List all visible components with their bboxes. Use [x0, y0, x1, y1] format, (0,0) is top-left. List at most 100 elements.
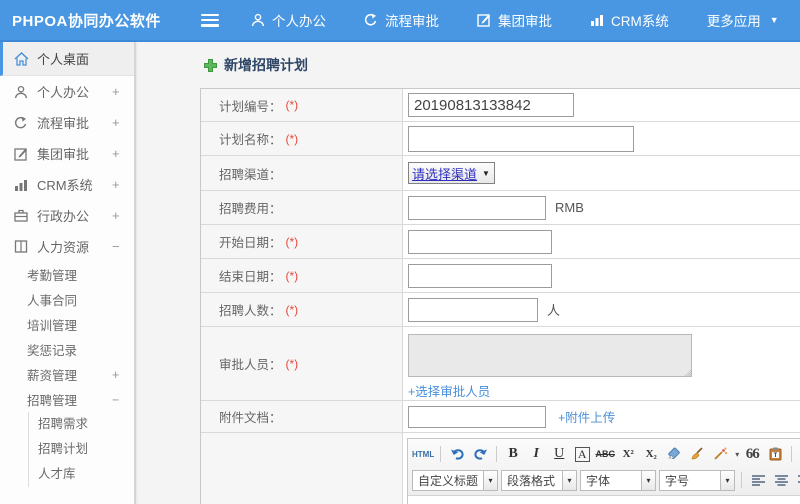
app-window: PHPOA协同办公软件 个人办公 流程审批 集团审批 CRM系统 更多应用 ▼ …	[0, 0, 800, 504]
user-icon	[251, 13, 265, 27]
headcount-input[interactable]	[408, 297, 538, 322]
sidebar-item-personal-office[interactable]: 个人办公 +	[0, 76, 134, 107]
caret-down-icon: ▼	[482, 168, 490, 178]
form-row-plan-number: 计划编号： (*)	[201, 89, 800, 122]
align-center-icon[interactable]	[771, 470, 791, 490]
expand-icon[interactable]: +	[112, 208, 134, 223]
attachment-upload-link[interactable]: +附件上传	[558, 407, 615, 426]
edit-icon	[477, 13, 491, 27]
superscript-button[interactable]: X²	[618, 444, 638, 464]
border-text-button[interactable]: A	[574, 446, 590, 462]
expand-icon[interactable]: +	[112, 368, 134, 382]
app-logo: PHPOA协同办公软件	[12, 12, 161, 30]
caret-down-icon: ▾	[484, 469, 499, 491]
redo-icon[interactable]	[470, 444, 490, 464]
form-row-recruit-channel: 招聘渠道： 请选择渠道 ▼	[201, 156, 800, 191]
plan-number-input[interactable]	[408, 93, 574, 117]
end-date-input[interactable]	[408, 263, 552, 288]
user-icon	[13, 85, 29, 99]
form-row-editor: HTML B I U A ABC X² X₂ ▾ 66 T 自定义标题 ▾ 段落…	[201, 433, 800, 504]
sidebar-item-rewards[interactable]: 奖惩记录	[0, 337, 134, 362]
nav-workflow-approval[interactable]: 流程审批	[364, 10, 439, 30]
form-row-end-date: 结束日期： (*)	[201, 259, 800, 293]
nav-group-approval[interactable]: 集团审批	[477, 10, 552, 30]
expand-icon[interactable]: +	[112, 84, 134, 99]
sidebar-item-attendance[interactable]: 考勤管理	[0, 262, 134, 287]
sidebar-item-admin-office[interactable]: 行政办公 +	[0, 200, 134, 231]
top-bar: PHPOA协同办公软件 个人办公 流程审批 集团审批 CRM系统 更多应用 ▼	[0, 0, 800, 42]
paste-text-icon[interactable]: T	[765, 444, 785, 464]
home-icon	[13, 51, 29, 66]
sidebar-item-hr[interactable]: 人力资源 −	[0, 231, 134, 262]
sidebar: 个人桌面 个人办公 + 流程审批 + 集团审批 + CRM系统 + 行政办公 +…	[0, 42, 136, 504]
sidebar-item-crm[interactable]: CRM系统 +	[0, 169, 134, 200]
format-brush-icon[interactable]	[687, 444, 707, 464]
sidebar-item-workflow-approval[interactable]: 流程审批 +	[0, 107, 134, 138]
page-title: 新增招聘计划	[138, 42, 800, 75]
unit-suffix: 人	[547, 303, 561, 318]
recruit-plan-form: 计划编号：(*) 计划名称：(*) 招聘渠道： 请选择渠道 ▼	[200, 88, 800, 504]
sidebar-item-salary[interactable]: 薪资管理 +	[0, 362, 134, 387]
hamburger-menu-icon[interactable]	[201, 13, 219, 27]
currency-suffix: RMB	[555, 200, 584, 215]
select-approver-link[interactable]: +选择审批人员	[408, 381, 490, 400]
caret-down-icon: ▼	[769, 15, 779, 25]
form-row-attachment: 附件文档： +附件上传	[201, 401, 800, 433]
sidebar-item-recruit-mgmt[interactable]: 招聘管理 −	[0, 387, 134, 412]
font-size-select[interactable]: 字号 ▾	[659, 469, 736, 491]
sidebar-item-hr-contract[interactable]: 人事合同	[0, 287, 134, 312]
top-navigation: 个人办公 流程审批 集团审批 CRM系统 更多应用 ▼	[251, 10, 779, 30]
main-content: 新增招聘计划 计划编号：(*) 计划名称：(*) 招聘渠道： 请选择渠道	[138, 42, 800, 504]
nav-crm-system[interactable]: CRM系统	[590, 10, 669, 30]
editor-toolbar: HTML B I U A ABC X² X₂ ▾ 66 T 自定义标题 ▾ 段落…	[408, 439, 800, 496]
sidebar-item-talent-pool[interactable]: 人才库	[29, 462, 134, 487]
svg-text:T: T	[773, 453, 777, 459]
paragraph-format-select[interactable]: 段落格式 ▾	[501, 469, 578, 491]
subscript-button[interactable]: X₂	[641, 444, 661, 464]
channel-select[interactable]: 请选择渠道 ▼	[408, 162, 495, 184]
approver-textarea[interactable]	[408, 334, 692, 377]
caret-down-icon[interactable]: ▾	[735, 450, 739, 459]
form-row-start-date: 开始日期： (*)	[201, 225, 800, 259]
auto-format-icon[interactable]	[710, 444, 730, 464]
chart-icon	[590, 13, 604, 27]
align-right-icon[interactable]	[794, 470, 800, 490]
font-family-select[interactable]: 字体 ▾	[580, 469, 657, 491]
italic-button[interactable]: I	[526, 444, 546, 464]
expand-icon[interactable]: +	[112, 115, 134, 130]
bold-button[interactable]: B	[503, 444, 523, 464]
sidebar-item-recruit-plan[interactable]: 招聘计划	[29, 437, 134, 462]
sidebar-item-recruit-demand[interactable]: 招聘需求	[29, 412, 134, 437]
add-plus-icon	[204, 58, 217, 72]
sidebar-item-training[interactable]: 培训管理	[0, 312, 134, 337]
recruit-cost-input[interactable]	[408, 195, 546, 220]
caret-down-icon: ▾	[721, 469, 736, 491]
eraser-icon[interactable]	[664, 444, 684, 464]
editor-content-area[interactable]	[408, 496, 800, 504]
html-source-button[interactable]: HTML	[412, 444, 434, 464]
attachment-input[interactable]	[408, 405, 546, 428]
workflow-icon	[364, 13, 378, 27]
nav-more-apps[interactable]: 更多应用 ▼	[707, 10, 779, 30]
collapse-icon[interactable]: −	[112, 393, 134, 407]
form-row-recruit-cost: 招聘费用： RMB	[201, 191, 800, 225]
expand-icon[interactable]: +	[112, 146, 134, 161]
custom-title-select[interactable]: 自定义标题 ▾	[412, 469, 499, 491]
expand-icon[interactable]: +	[112, 177, 134, 192]
blockquote-button[interactable]: 66	[742, 444, 762, 464]
edit-icon	[13, 147, 29, 161]
start-date-input[interactable]	[408, 229, 552, 254]
collapse-icon[interactable]: −	[112, 239, 134, 254]
rich-text-editor: HTML B I U A ABC X² X₂ ▾ 66 T 自定义标题 ▾ 段落…	[407, 438, 800, 504]
sidebar-item-desktop[interactable]: 个人桌面	[0, 42, 134, 76]
nav-personal-office[interactable]: 个人办公	[251, 10, 326, 30]
form-row-approver: 审批人员： (*) +选择审批人员	[201, 327, 800, 401]
book-icon	[13, 240, 29, 253]
plan-name-input[interactable]	[408, 125, 634, 152]
workflow-icon	[13, 116, 29, 130]
align-left-icon[interactable]	[748, 470, 768, 490]
undo-icon[interactable]	[447, 444, 467, 464]
underline-button[interactable]: U	[549, 444, 569, 464]
sidebar-item-group-approval[interactable]: 集团审批 +	[0, 138, 134, 169]
strikethrough-button[interactable]: ABC	[595, 444, 615, 464]
